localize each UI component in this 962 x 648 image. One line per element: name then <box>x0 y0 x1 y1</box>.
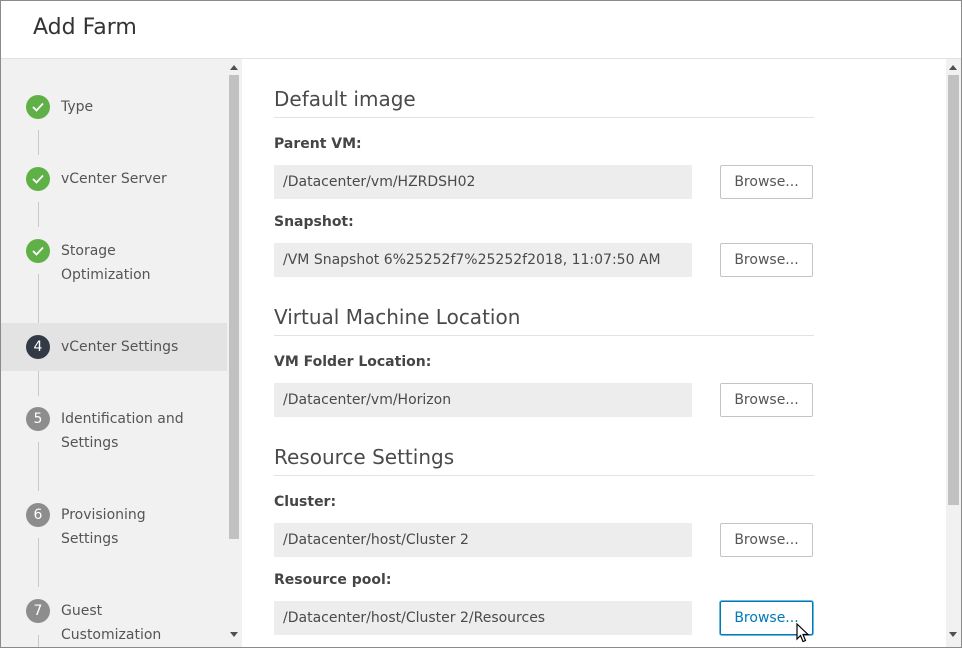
wizard-step-vcenter-server[interactable]: vCenter Server <box>1 155 227 203</box>
section-divider <box>274 335 814 336</box>
step-label: Storage Optimization <box>61 243 151 283</box>
section-divider <box>274 117 814 118</box>
parent-vm-browse-button[interactable]: Browse... <box>720 165 813 199</box>
snapshot-label: Snapshot: <box>274 214 354 230</box>
step-complete-check-icon <box>26 167 50 191</box>
parent-vm-label: Parent VM: <box>274 136 362 152</box>
scroll-down-arrow-icon[interactable] <box>949 632 957 637</box>
step-complete-check-icon <box>26 239 50 263</box>
step-connector <box>38 202 39 227</box>
main-scrollbar-thumb[interactable] <box>948 75 959 505</box>
resource-pool-label: Resource pool: <box>274 572 392 588</box>
step-label: Identification and Settings <box>61 411 184 451</box>
vm-folder-browse-button[interactable]: Browse... <box>720 383 813 417</box>
mouse-pointer-icon <box>796 623 810 643</box>
step-number-badge: 6 <box>26 503 50 527</box>
wizard-step-vcenter-settings[interactable]: 4 vCenter Settings <box>1 323 227 371</box>
wizard-sidebar: Type vCenter Server Storage Optimization… <box>1 59 242 647</box>
step-number-badge: 5 <box>26 407 50 431</box>
dialog-header: Add Farm <box>1 1 961 59</box>
scroll-up-arrow-icon[interactable] <box>230 65 238 70</box>
section-title-default-image: Default image <box>274 87 416 111</box>
vm-folder-label: VM Folder Location: <box>274 354 432 370</box>
step-connector <box>38 130 39 155</box>
add-farm-dialog: Add Farm Type vCenter Server Storage Opt… <box>0 0 962 648</box>
step-connector <box>38 371 39 396</box>
step-label: Provisioning Settings <box>61 507 146 547</box>
step-label: vCenter Settings <box>61 339 179 355</box>
scroll-down-arrow-icon[interactable] <box>230 632 238 637</box>
step-label: Type <box>61 99 94 115</box>
wizard-step-provisioning[interactable]: 6 Provisioning Settings <box>1 491 227 563</box>
parent-vm-field[interactable]: /Datacenter/vm/HZRDSH02 <box>274 165 692 199</box>
sidebar-scrollbar-thumb[interactable] <box>229 75 239 539</box>
wizard-step-identification[interactable]: 5 Identification and Settings <box>1 395 227 467</box>
step-label: Guest Customization <box>61 603 162 643</box>
resource-pool-field[interactable]: /Datacenter/host/Cluster 2/Resources <box>274 601 692 635</box>
section-title-resource-settings: Resource Settings <box>274 445 455 469</box>
cluster-browse-button[interactable]: Browse... <box>720 523 813 557</box>
snapshot-browse-button[interactable]: Browse... <box>720 243 813 277</box>
step-number-badge: 4 <box>26 335 50 359</box>
wizard-step-guest-customization[interactable]: 7 Guest Customization <box>1 587 227 647</box>
cluster-field[interactable]: /Datacenter/host/Cluster 2 <box>274 523 692 557</box>
wizard-step-storage-optimization[interactable]: Storage Optimization <box>1 227 227 299</box>
step-number-badge: 7 <box>26 599 50 623</box>
step-label: vCenter Server <box>61 171 167 187</box>
scroll-up-arrow-icon[interactable] <box>949 65 957 70</box>
step-complete-check-icon <box>26 95 50 119</box>
vm-folder-field[interactable]: /Datacenter/vm/Horizon <box>274 383 692 417</box>
snapshot-field[interactable]: /VM Snapshot 6%25252f7%25252f2018, 11:07… <box>274 243 692 277</box>
section-title-vm-location: Virtual Machine Location <box>274 305 521 329</box>
wizard-step-type[interactable]: Type <box>1 83 227 131</box>
main-content: Default image Parent VM: /Datacenter/vm/… <box>242 59 946 647</box>
cluster-label: Cluster: <box>274 494 337 510</box>
dialog-title: Add Farm <box>33 15 137 40</box>
section-divider <box>274 475 814 476</box>
